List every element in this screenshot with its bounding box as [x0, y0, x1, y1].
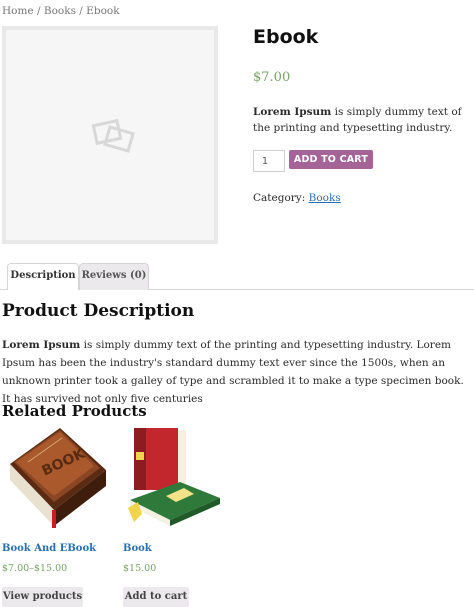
short-description: Lorem Ipsum is simply dummy text of the …	[253, 104, 471, 136]
product-title: Ebook	[253, 26, 319, 48]
description-body: Lorem Ipsum is simply dummy text of the …	[2, 336, 472, 408]
product-price: $7.00	[253, 70, 291, 85]
category-label: Category:	[253, 192, 306, 204]
book-and-ebook-image[interactable]: BOOK	[0, 422, 110, 530]
tab-reviews[interactable]: Reviews (0)	[79, 263, 149, 290]
short-description-bold: Lorem Ipsum	[253, 106, 332, 118]
product-image-placeholder[interactable]	[2, 26, 218, 244]
related-product-price-1: $7.00–$15.00	[2, 563, 68, 574]
add-to-cart-related-button[interactable]: Add to cart	[123, 587, 189, 607]
view-products-button[interactable]: View products	[2, 587, 83, 607]
image-placeholder-icon	[92, 118, 135, 153]
category-link[interactable]: Books	[309, 192, 341, 204]
related-product-price-2: $15.00	[123, 563, 157, 574]
related-product-name-1[interactable]: Book And EBook	[2, 543, 96, 554]
product-category: Category: Books	[253, 192, 341, 204]
add-to-cart-button[interactable]: ADD TO CART	[289, 150, 373, 169]
description-bold: Lorem Ipsum	[2, 339, 81, 351]
tab-description[interactable]: Description	[7, 263, 79, 290]
related-product-name-2[interactable]: Book	[123, 543, 152, 554]
description-heading: Product Description	[2, 301, 195, 321]
breadcrumb[interactable]: Home / Books / Ebook	[2, 5, 120, 17]
book-image[interactable]	[122, 422, 222, 528]
quantity-input[interactable]: 1	[253, 150, 285, 172]
related-products-heading: Related Products	[2, 402, 147, 420]
